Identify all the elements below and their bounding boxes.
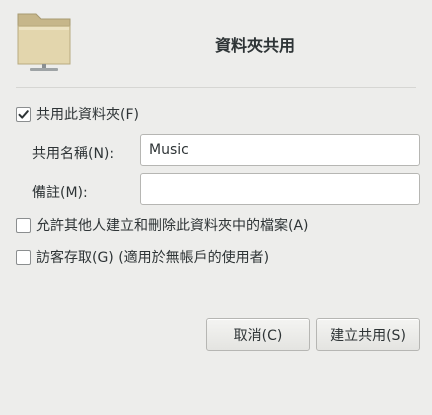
allow-others-check-box[interactable] — [16, 217, 31, 233]
guest-access-checkbox[interactable]: 訪客存取(G) (適用於無帳戶的使用者) — [16, 247, 269, 267]
guest-access-label: 訪客存取(G) (適用於無帳戶的使用者) — [36, 250, 270, 266]
guest-access-check-box[interactable] — [16, 249, 31, 265]
dialog-header: 資料夾共用 — [0, 0, 432, 88]
share-folder-checkbox[interactable]: 共用此資料夾(F) — [16, 104, 139, 124]
allow-others-label: 允許其他人建立和刪除此資料夾中的檔案(A) — [36, 218, 309, 234]
cancel-button[interactable]: 取消(C) — [206, 318, 310, 351]
dialog-title: 資料夾共用 — [214, 36, 295, 55]
allow-others-checkbox[interactable]: 允許其他人建立和刪除此資料夾中的檔案(A) — [16, 215, 309, 235]
share-name-input[interactable]: Music — [140, 134, 420, 166]
comment-label: 備註(M): — [32, 185, 88, 201]
share-name-label: 共用名稱(N): — [32, 146, 115, 162]
folder-share-dialog: 資料夾共用 共用此資料夾(F) 共用名稱(N): Music 備註(M): 允許… — [0, 0, 432, 415]
create-share-button[interactable]: 建立共用(S) — [316, 318, 420, 351]
share-folder-check-box[interactable] — [16, 106, 31, 122]
folder-icon — [16, 10, 72, 74]
share-folder-label: 共用此資料夾(F) — [36, 107, 139, 123]
header-separator — [16, 87, 416, 88]
checkmark-icon — [18, 109, 29, 119]
comment-input[interactable] — [140, 173, 420, 205]
